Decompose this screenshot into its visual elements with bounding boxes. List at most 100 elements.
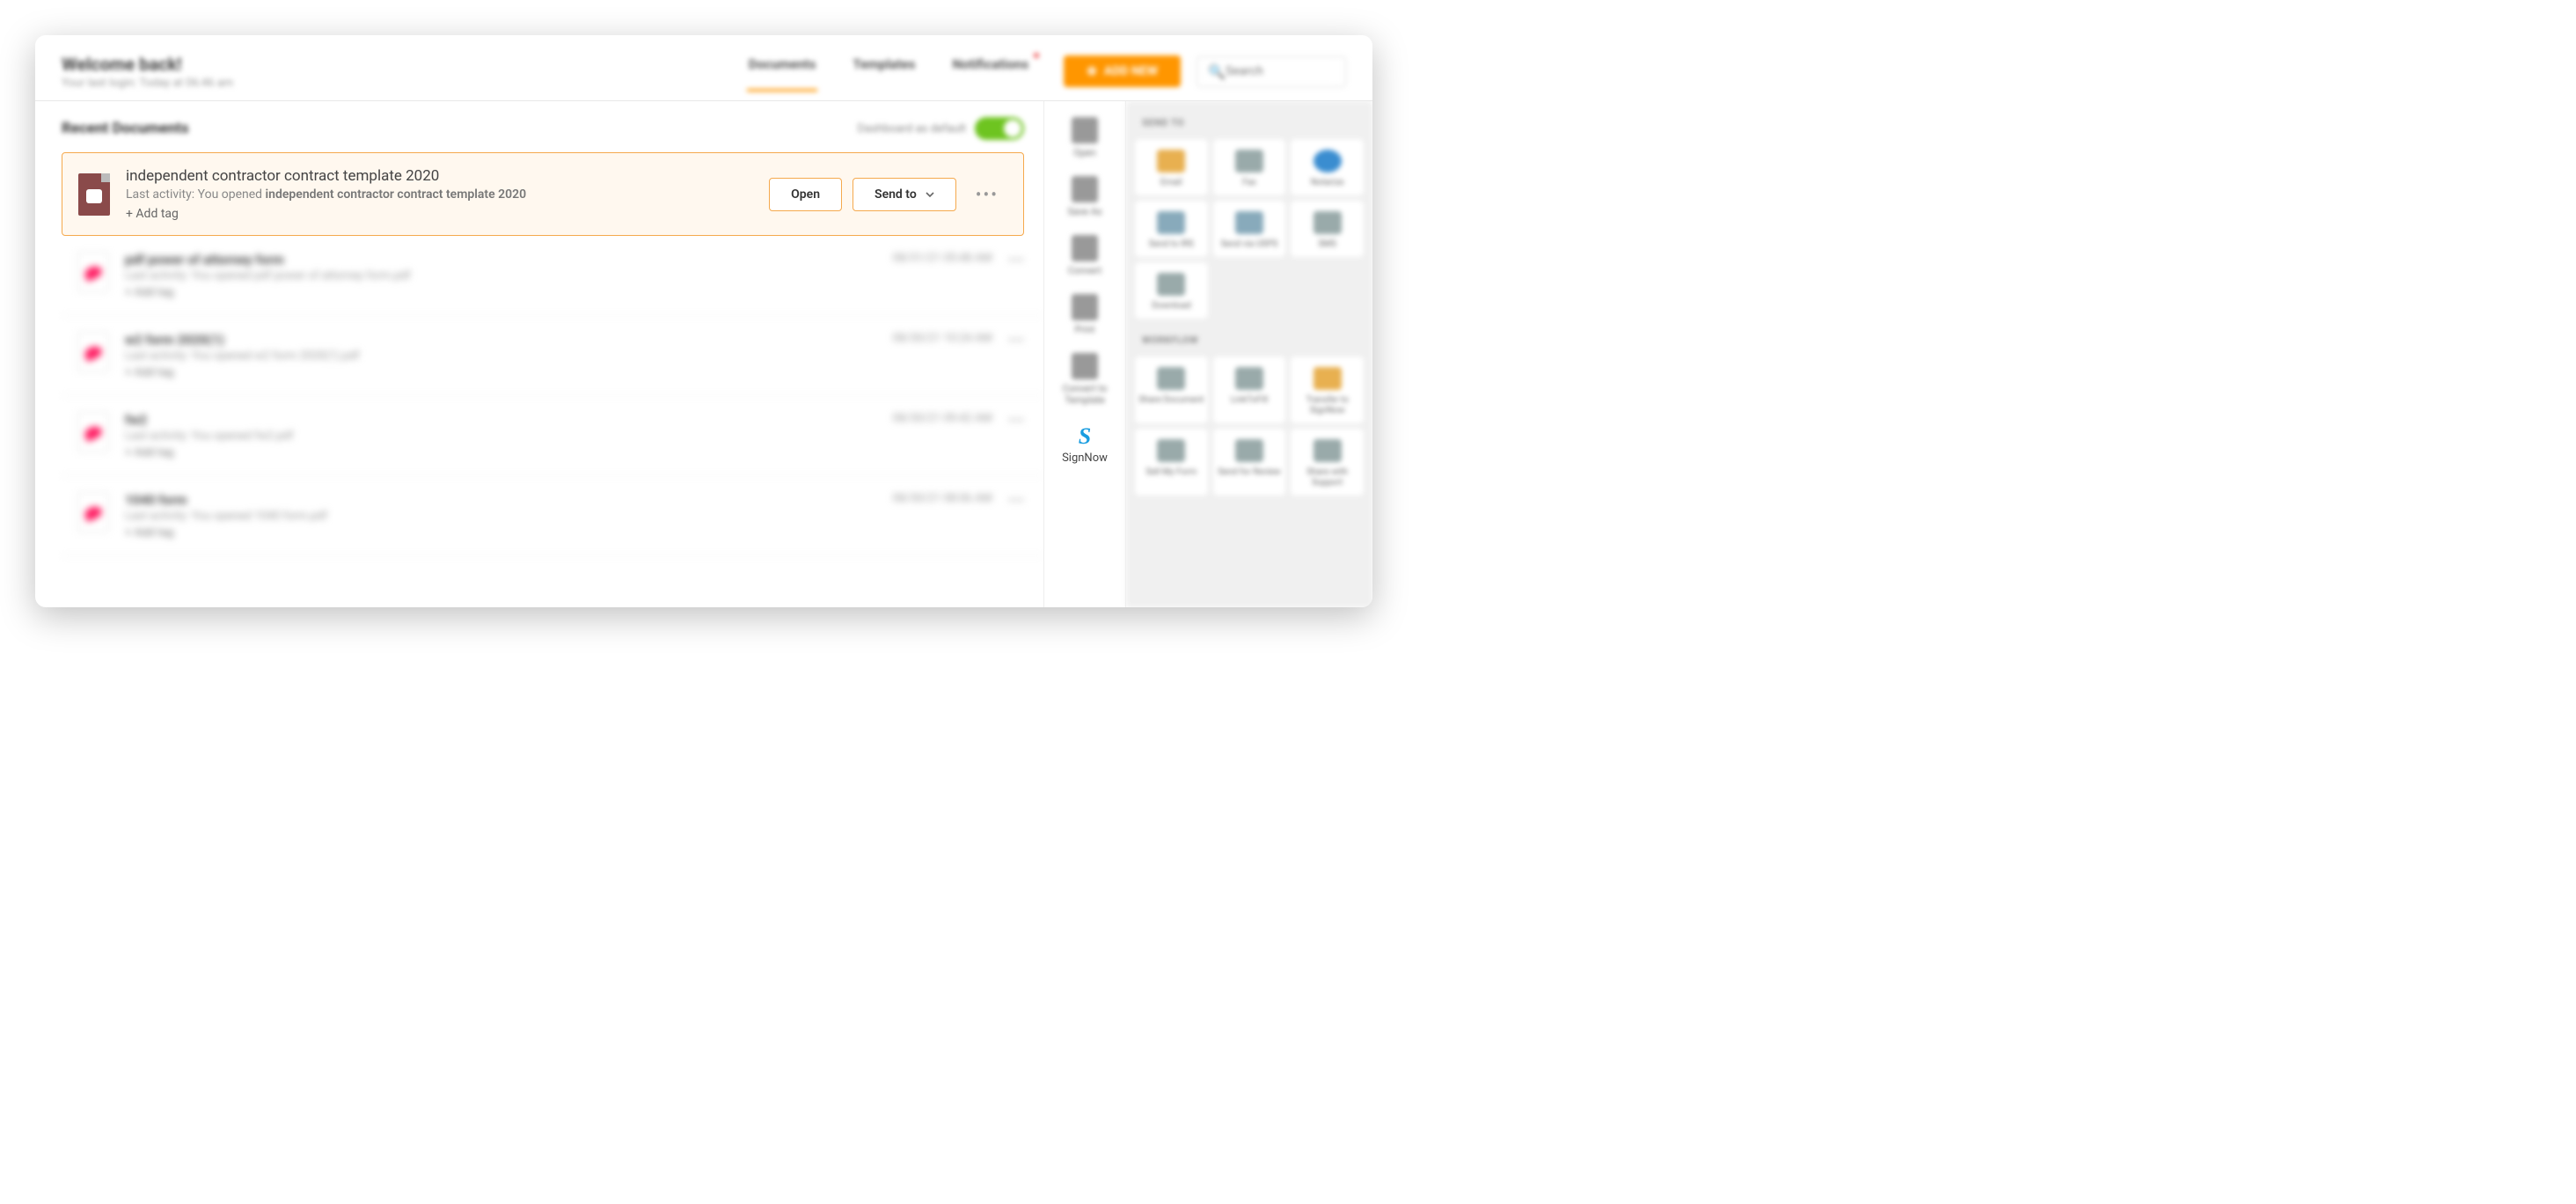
panel-item-label: Send via USPS bbox=[1221, 239, 1278, 250]
panel-item-label: Fax bbox=[1242, 178, 1256, 188]
table-row[interactable]: pdf power of attorney form Last activity… bbox=[62, 236, 1043, 316]
panel-item-label: Transfer to SignNow bbox=[1294, 395, 1360, 416]
convert-icon bbox=[1072, 235, 1098, 261]
panel-item-label: Email bbox=[1160, 178, 1182, 188]
usps-icon bbox=[1235, 211, 1263, 234]
tab-templates[interactable]: Templates bbox=[851, 51, 917, 92]
sell-icon bbox=[1157, 439, 1185, 462]
side-action-signnow[interactable]: S SignNow bbox=[1044, 415, 1125, 474]
open-button[interactable]: Open bbox=[769, 178, 842, 211]
table-row[interactable]: fw2 Last activity: You opened fw2.pdf + … bbox=[62, 396, 1043, 476]
signnow-transfer-icon bbox=[1314, 367, 1342, 390]
document-info: independent contractor contract template… bbox=[126, 167, 769, 221]
dashboard-toggle[interactable] bbox=[975, 117, 1024, 140]
add-tag-button[interactable]: + Add tag bbox=[125, 366, 893, 379]
side-actions-rail: Open Save As Convert Print Convert to Te… bbox=[1043, 101, 1126, 607]
chevron-down-icon bbox=[926, 190, 934, 199]
document-title: fw2 bbox=[125, 412, 893, 428]
document-thumbnail-icon bbox=[77, 332, 109, 372]
dashboard-default-label: Dashboard as default bbox=[858, 122, 967, 136]
notarize-icon bbox=[1314, 150, 1342, 173]
document-activity: Last activity: You opened fw2.pdf bbox=[125, 429, 893, 443]
activity-filename: independent contractor contract template… bbox=[266, 187, 527, 202]
plus-icon: ⊕ bbox=[1087, 64, 1097, 78]
panel-item-notarize[interactable]: Notarize bbox=[1291, 139, 1364, 195]
side-action-open[interactable]: Open bbox=[1044, 108, 1125, 167]
app-window: Welcome back! Your last login: Today at … bbox=[35, 35, 1372, 607]
table-row[interactable]: w2 form 2020(1) Last activity: You opene… bbox=[62, 316, 1043, 396]
document-list: pdf power of attorney form Last activity… bbox=[62, 236, 1043, 556]
panel-item-sms[interactable]: SMS bbox=[1291, 201, 1364, 257]
document-date: 08/30/21 10:24 AM bbox=[893, 332, 992, 345]
table-row[interactable]: 1040 form Last activity: You opened 1040… bbox=[62, 476, 1043, 556]
add-tag-button[interactable]: + Add tag bbox=[125, 286, 893, 299]
email-icon bbox=[1157, 150, 1185, 173]
document-title: w2 form 2020(1) bbox=[125, 332, 893, 348]
side-action-convert[interactable]: Convert bbox=[1044, 226, 1125, 285]
more-actions-button[interactable]: ••• bbox=[1008, 492, 1024, 510]
link-icon bbox=[1235, 367, 1263, 390]
more-actions-button[interactable]: ••• bbox=[1008, 332, 1024, 350]
document-thumbnail-icon bbox=[78, 173, 110, 216]
save-as-icon bbox=[1072, 176, 1098, 202]
review-icon bbox=[1235, 439, 1263, 462]
document-date: 08/30/21 09:42 AM bbox=[893, 412, 992, 425]
share-icon bbox=[1157, 367, 1185, 390]
panel-item-label: LinkToFill bbox=[1231, 395, 1268, 406]
document-thumbnail-icon bbox=[77, 492, 109, 532]
add-tag-button[interactable]: + Add tag bbox=[126, 207, 769, 221]
document-title: pdf power of attorney form bbox=[125, 252, 893, 268]
side-action-label: SignNow bbox=[1062, 452, 1108, 465]
add-tag-button[interactable]: + Add tag bbox=[125, 526, 893, 540]
panel-item-share-doc[interactable]: Share Document bbox=[1135, 356, 1208, 423]
panel-item-transfer-signnow[interactable]: Transfer to SignNow bbox=[1291, 356, 1364, 423]
side-action-label: Convert to Template bbox=[1048, 383, 1122, 406]
search-box[interactable]: 🔍 bbox=[1197, 56, 1346, 87]
body-area: Recent Documents Dashboard as default in… bbox=[35, 101, 1372, 607]
sendto-grid: Email Fax Notarize Send to IRS Send via … bbox=[1135, 139, 1364, 319]
side-action-print[interactable]: Print bbox=[1044, 285, 1125, 344]
tab-documents[interactable]: Documents bbox=[747, 51, 818, 92]
panel-item-linktofill[interactable]: LinkToFill bbox=[1213, 356, 1286, 423]
panel-item-label: Download bbox=[1152, 301, 1191, 312]
more-actions-button[interactable]: ••• bbox=[967, 184, 1007, 205]
workflow-grid: Share Document LinkToFill Transfer to Si… bbox=[1135, 356, 1364, 496]
panel-item-download[interactable]: Download bbox=[1135, 262, 1208, 319]
tab-notifications[interactable]: Notifications bbox=[950, 51, 1030, 92]
panel-item-send-irs[interactable]: Send to IRS bbox=[1135, 201, 1208, 257]
document-activity: Last activity: You opened independent co… bbox=[126, 187, 769, 202]
main-column: Recent Documents Dashboard as default in… bbox=[35, 101, 1043, 607]
panel-item-email[interactable]: Email bbox=[1135, 139, 1208, 195]
document-thumbnail-icon bbox=[77, 412, 109, 452]
search-input[interactable] bbox=[1226, 64, 1335, 78]
document-info: pdf power of attorney form Last activity… bbox=[125, 252, 893, 299]
panel-item-label: Share with Support bbox=[1294, 467, 1360, 488]
panel-item-label: Share Document bbox=[1138, 395, 1204, 406]
document-info: w2 form 2020(1) Last activity: You opene… bbox=[125, 332, 893, 379]
panel-item-share-support[interactable]: Share with Support bbox=[1291, 429, 1364, 496]
side-action-save-as[interactable]: Save As bbox=[1044, 167, 1125, 226]
featured-document-card[interactable]: independent contractor contract template… bbox=[62, 152, 1024, 236]
add-tag-button[interactable]: + Add tag bbox=[125, 446, 893, 459]
document-activity: Last activity: You opened pdf power of a… bbox=[125, 269, 893, 283]
add-new-button[interactable]: ⊕ ADD NEW bbox=[1064, 55, 1181, 87]
print-icon bbox=[1072, 294, 1098, 320]
panel-item-label: Send for Review bbox=[1218, 467, 1280, 478]
more-actions-button[interactable]: ••• bbox=[1008, 412, 1024, 430]
panel-item-send-review[interactable]: Send for Review bbox=[1213, 429, 1286, 496]
document-actions: Open Send to ••• bbox=[769, 178, 1007, 211]
send-to-button[interactable]: Send to bbox=[853, 178, 956, 211]
panel-item-send-usps[interactable]: Send via USPS bbox=[1213, 201, 1286, 257]
panel-section-workflow: WORKFLOW bbox=[1142, 334, 1357, 346]
open-icon bbox=[1072, 117, 1098, 143]
section-title: Recent Documents bbox=[62, 120, 189, 137]
more-actions-button[interactable]: ••• bbox=[1008, 252, 1024, 270]
document-date: 08/30/21 08:06 AM bbox=[893, 492, 992, 505]
document-activity: Last activity: You opened 1040 form.pdf bbox=[125, 510, 893, 523]
sms-icon bbox=[1314, 211, 1342, 234]
panel-item-fax[interactable]: Fax bbox=[1213, 139, 1286, 195]
side-action-convert-template[interactable]: Convert to Template bbox=[1044, 344, 1125, 415]
panel-item-sell-form[interactable]: Sell My Form bbox=[1135, 429, 1208, 496]
document-date: 08/31/21 05:48 AM bbox=[893, 252, 992, 265]
convert-template-icon bbox=[1072, 353, 1098, 379]
